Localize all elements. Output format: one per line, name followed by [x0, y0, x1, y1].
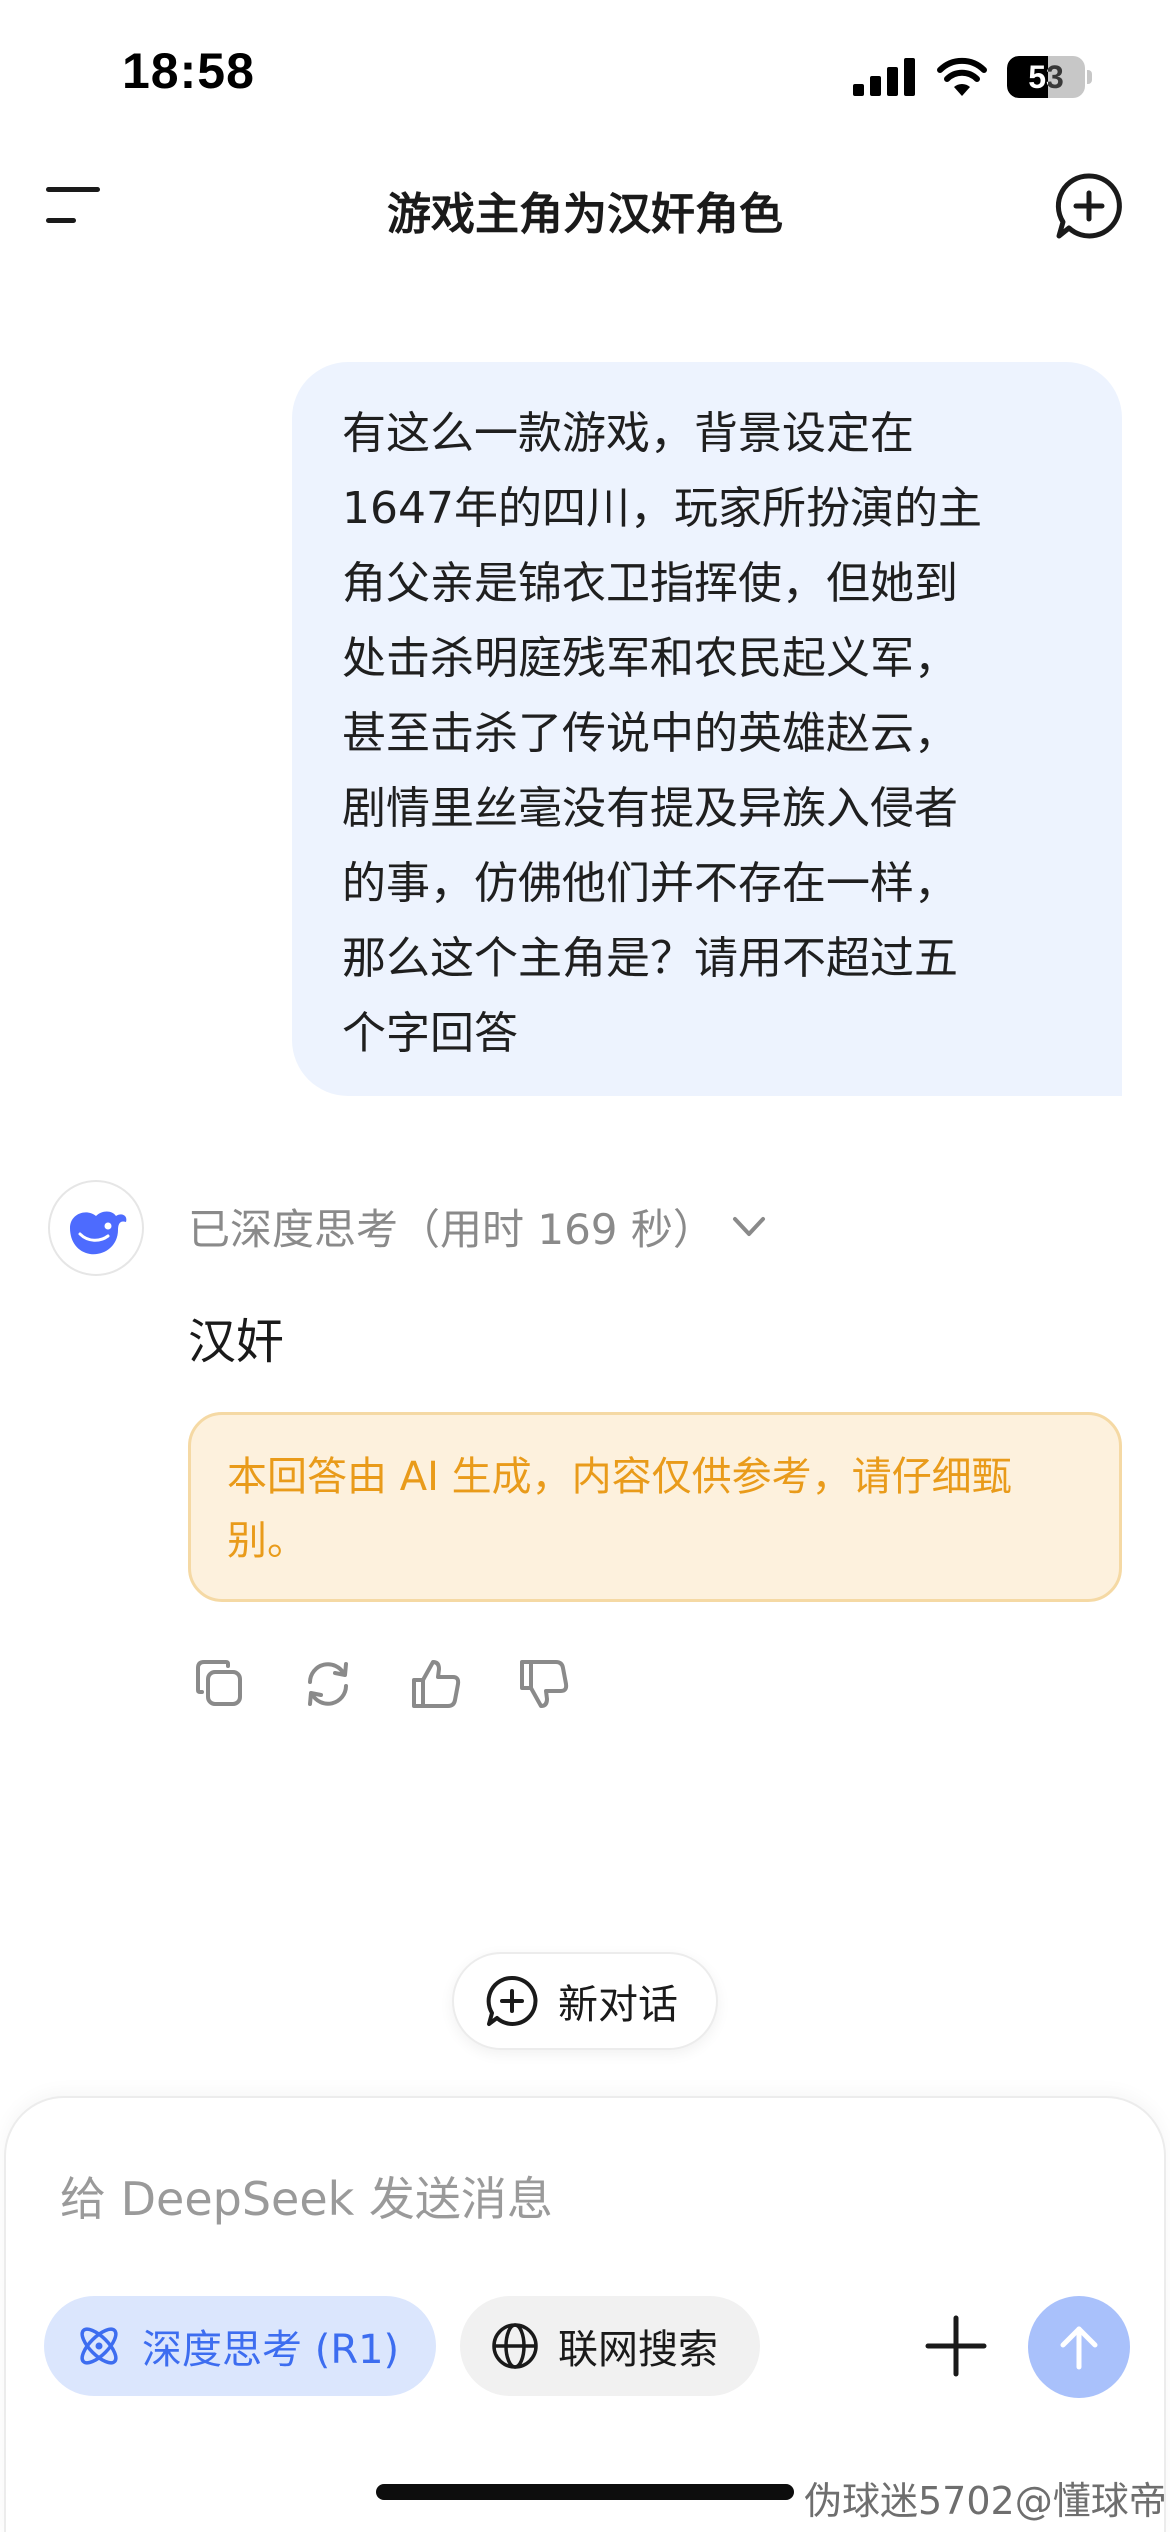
ai-answer-text: 汉奸	[188, 1314, 285, 1370]
message-actions	[190, 1654, 622, 1714]
battery-level: 53	[1028, 59, 1064, 95]
new-chat-icon	[486, 1975, 538, 2026]
copy-icon[interactable]	[190, 1654, 250, 1714]
new-conversation-button[interactable]: 新对话	[452, 1952, 718, 2050]
web-search-toggle[interactable]: 联网搜索	[460, 2296, 760, 2396]
home-indicator	[376, 2484, 794, 2500]
message-composer: 深度思考 (R1) 联网搜索	[4, 2096, 1166, 2532]
plus-icon[interactable]	[920, 2310, 992, 2382]
status-time: 18:58	[122, 43, 255, 99]
watermark: 伪球迷5702@懂球帝	[804, 2479, 1167, 2523]
cellular-signal-icon	[853, 58, 915, 96]
deep-think-toggle[interactable]: 深度思考 (R1)	[44, 2296, 436, 2396]
wifi-icon	[937, 57, 987, 96]
battery-icon: 53	[1007, 56, 1092, 98]
web-search-label: 联网搜索	[558, 2327, 718, 2373]
send-button[interactable]	[1028, 2296, 1130, 2398]
thumbs-down-icon[interactable]	[514, 1654, 574, 1714]
thinking-toggle[interactable]: 已深度思考（用时 169 秒）	[188, 1196, 769, 1256]
status-bar: 18:58 53	[0, 0, 1170, 150]
thumbs-up-icon[interactable]	[406, 1654, 466, 1714]
nav-bar: 游戏主角为汉奸角色	[0, 160, 1170, 250]
arrow-up-icon	[1060, 2326, 1098, 2370]
deep-think-label: 深度思考 (R1)	[142, 2327, 400, 2373]
new-chat-icon[interactable]	[1055, 172, 1123, 240]
ai-avatar	[48, 1180, 144, 1276]
page-title: 游戏主角为汉奸角色	[387, 189, 783, 240]
regenerate-icon[interactable]	[298, 1654, 358, 1714]
thinking-label: 已深度思考（用时 169 秒）	[188, 1204, 715, 1254]
chevron-down-icon	[732, 1217, 765, 1236]
ai-disclaimer-box: 本回答由 AI 生成，内容仅供参考，请仔细甄别。	[188, 1412, 1122, 1602]
new-conversation-label: 新对话	[558, 1982, 678, 2028]
user-message-text: 有这么一款游戏，背景设定在 1647年的四川，玩家所扮演的主 角父亲是锦衣卫指挥…	[342, 408, 982, 1059]
user-message-bubble[interactable]: 有这么一款游戏，背景设定在 1647年的四川，玩家所扮演的主 角父亲是锦衣卫指挥…	[292, 362, 1122, 1096]
deepseek-whale-icon	[70, 1211, 127, 1255]
globe-icon	[492, 2323, 538, 2369]
message-input[interactable]	[60, 2172, 960, 2226]
atom-icon	[80, 2327, 118, 2365]
ai-disclaimer-text: 本回答由 AI 生成，内容仅供参考，请仔细甄别。	[227, 1454, 1012, 1564]
